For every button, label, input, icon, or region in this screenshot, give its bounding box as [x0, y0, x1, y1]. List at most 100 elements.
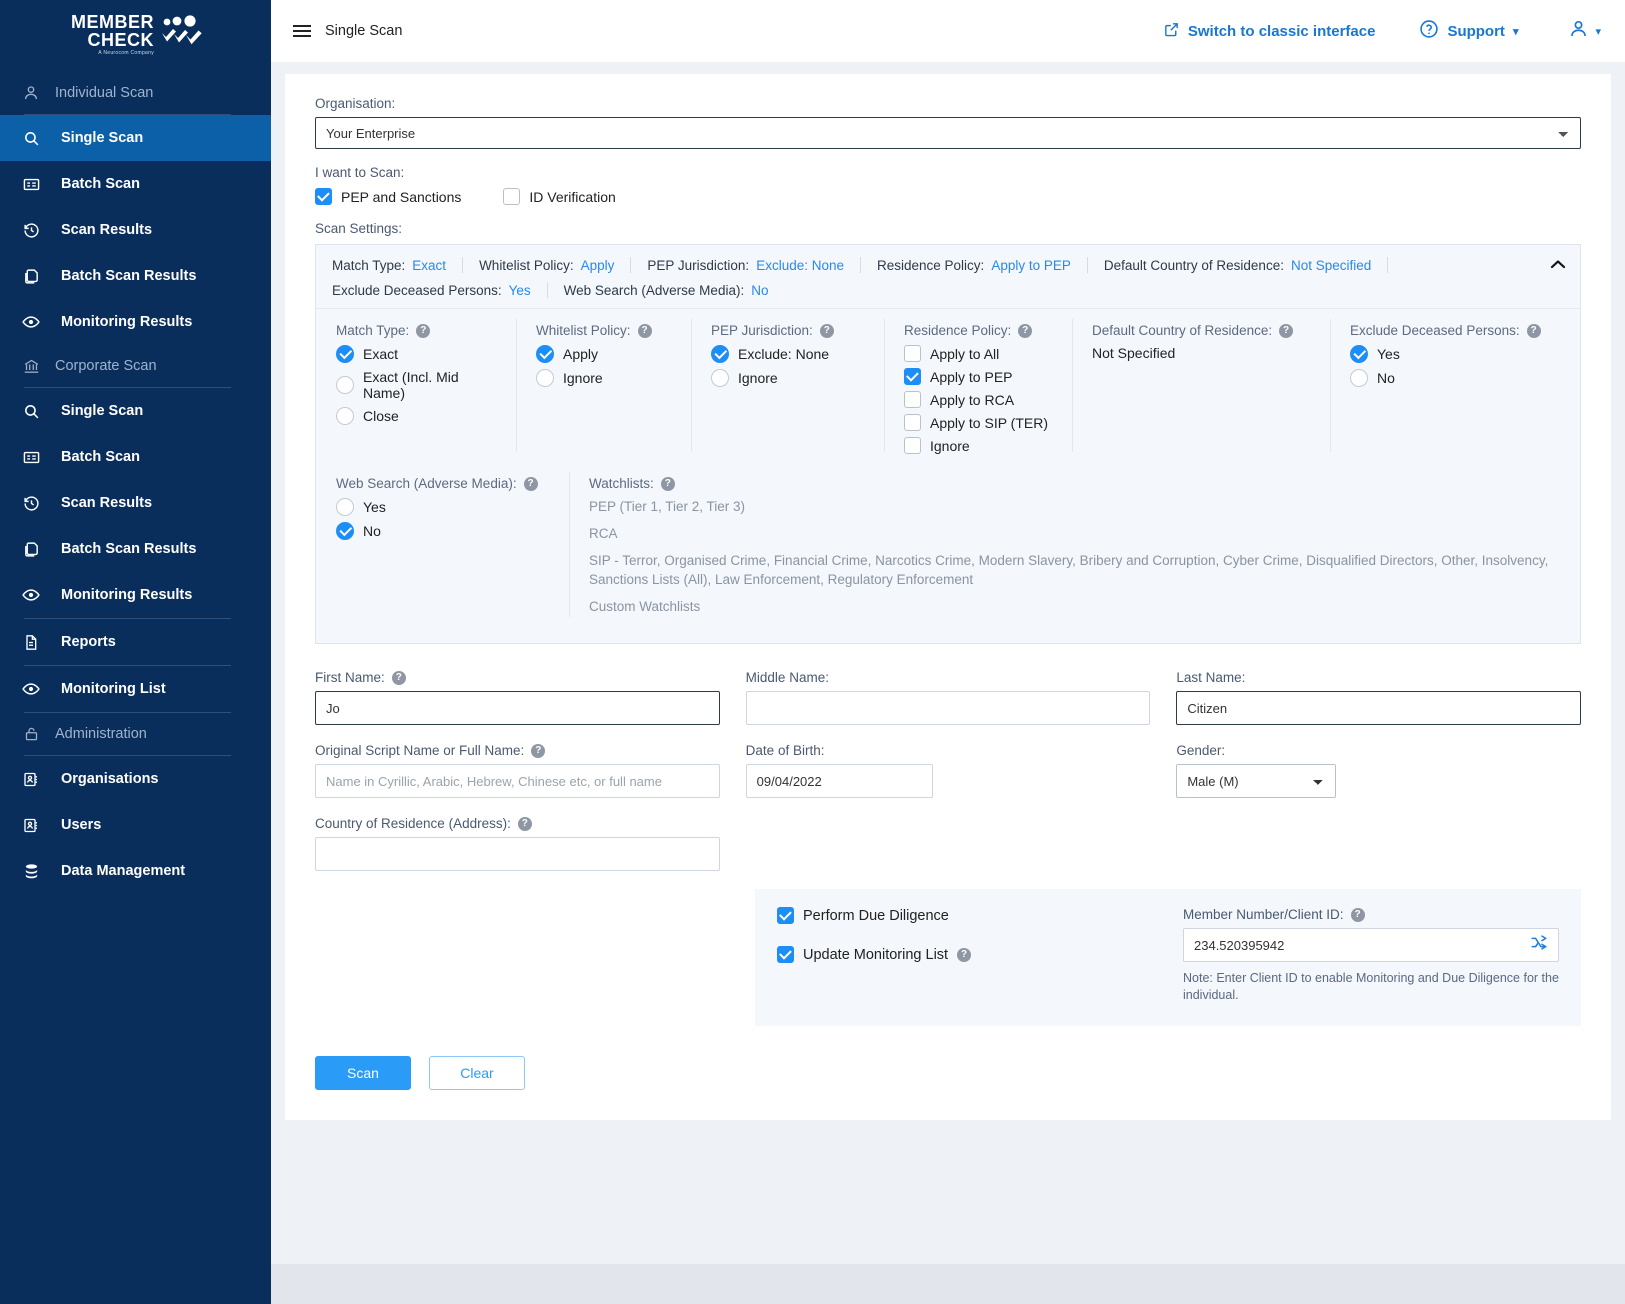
checkbox-residence-apply-to-pep[interactable]: Apply to PEP: [904, 368, 1052, 385]
middle-name-input[interactable]: [746, 691, 1151, 725]
pep-and-sanctions-checkbox[interactable]: PEP and Sanctions: [315, 188, 461, 205]
sidebar-item-users[interactable]: Users: [0, 802, 271, 848]
checkbox-residence-apply-to-all[interactable]: Apply to All: [904, 345, 1052, 362]
radio-icon: [536, 369, 554, 387]
member-number-label-row: Member Number/Client ID: ?: [1183, 907, 1559, 922]
scan-settings-options-row-2: Web Search (Adverse Media): ? Yes No: [316, 460, 1580, 643]
last-name-input[interactable]: [1176, 691, 1581, 725]
sidebar-item-label: Monitoring List: [61, 681, 166, 697]
contact-card-icon: [22, 816, 40, 834]
hamburger-icon[interactable]: [293, 25, 311, 37]
perform-due-diligence-checkbox[interactable]: Perform Due Diligence: [777, 907, 1157, 924]
switch-to-classic-interface-link[interactable]: Switch to classic interface: [1163, 21, 1376, 42]
radio-exclude-deceased-yes[interactable]: Yes: [1350, 345, 1550, 363]
top-bar: Single Scan Switch to classic interface …: [271, 0, 1625, 62]
help-icon[interactable]: ?: [957, 948, 971, 962]
sidebar-item-data-management[interactable]: Data Management: [0, 848, 271, 894]
logo[interactable]: MEMBER CHECK A Neurocom Company: [0, 0, 271, 62]
option-group-exclude-deceased-persons: Exclude Deceased Persons: ? Yes No: [1330, 323, 1570, 460]
member-number-note: Note: Enter Client ID to enable Monitori…: [1183, 970, 1559, 1004]
radio-whitelist-apply[interactable]: Apply: [536, 345, 671, 363]
checkbox-icon: [904, 414, 921, 431]
checkbox-icon: [777, 946, 794, 963]
sidebar-item-label: Scan Results: [61, 222, 152, 238]
sidebar-item-scan-results[interactable]: Scan Results: [0, 207, 271, 253]
radio-exclude-deceased-no[interactable]: No: [1350, 369, 1550, 387]
sidebar-item-corporate-single-scan[interactable]: Single Scan: [0, 388, 271, 434]
radio-icon: [1350, 345, 1368, 363]
radio-pep-jurisdiction-ignore[interactable]: Ignore: [711, 369, 864, 387]
original-script-label-row: Original Script Name or Full Name: ?: [315, 743, 720, 758]
date-of-birth-input[interactable]: [746, 764, 933, 798]
sidebar-nav: Individual Scan Single Scan Batch Scan: [0, 72, 271, 894]
label-text: Watchlists:: [589, 476, 654, 491]
summary-value: Exact: [412, 258, 446, 273]
checkbox-residence-apply-to-sip-ter[interactable]: Apply to SIP (TER): [904, 414, 1052, 431]
chevron-up-icon[interactable]: [1550, 257, 1566, 272]
clear-button[interactable]: Clear: [429, 1056, 525, 1090]
summary-default-country: Default Country of Residence: Not Specif…: [1104, 258, 1387, 273]
sidebar-item-single-scan[interactable]: Single Scan: [0, 115, 271, 161]
first-name-input[interactable]: [315, 691, 720, 725]
sidebar-item-label: Batch Scan: [61, 449, 140, 465]
radio-web-search-yes[interactable]: Yes: [336, 498, 549, 516]
eye-icon: [22, 313, 40, 331]
default-country-value: Not Specified: [1092, 345, 1310, 361]
organisation-select[interactable]: Your Enterprise: [315, 117, 1581, 149]
label-text: PEP Jurisdiction:: [711, 323, 813, 338]
update-monitoring-list-label: Update Monitoring List: [803, 947, 948, 963]
radio-match-type-exact-incl-mid-name[interactable]: Exact (Incl. Mid Name): [336, 369, 496, 401]
help-icon[interactable]: ?: [1279, 324, 1293, 338]
radio-match-type-exact[interactable]: Exact: [336, 345, 496, 363]
option-label: No: [363, 523, 381, 539]
sidebar-item-batch-scan[interactable]: Batch Scan: [0, 161, 271, 207]
scan-button[interactable]: Scan: [315, 1056, 411, 1090]
help-icon[interactable]: ?: [531, 744, 545, 758]
help-icon[interactable]: ?: [661, 477, 675, 491]
sidebar-item-batch-scan-results[interactable]: Batch Scan Results: [0, 253, 271, 299]
user-menu[interactable]: ▾: [1568, 18, 1601, 44]
option-group-title: Watchlists: ?: [589, 476, 1560, 491]
id-verification-checkbox[interactable]: ID Verification: [503, 188, 615, 205]
sidebar-item-label: Users: [61, 817, 101, 833]
checkbox-residence-ignore[interactable]: Ignore: [904, 437, 1052, 454]
help-icon[interactable]: ?: [524, 477, 538, 491]
member-number-input-wrap: [1183, 928, 1559, 962]
form-column-middle: Middle Name: Date of Birth:: [746, 670, 1151, 889]
organisation-label: Organisation:: [315, 96, 1581, 111]
summary-web-search: Web Search (Adverse Media): No: [564, 283, 785, 298]
help-icon[interactable]: ?: [820, 324, 834, 338]
radio-pep-jurisdiction-exclude-none[interactable]: Exclude: None: [711, 345, 864, 363]
sidebar-item-reports[interactable]: Reports: [0, 619, 271, 665]
shuffle-icon[interactable]: [1529, 934, 1549, 957]
original-script-name-group: Original Script Name or Full Name: ?: [315, 743, 720, 798]
original-script-name-input[interactable]: [315, 764, 720, 798]
help-icon[interactable]: ?: [1018, 324, 1032, 338]
help-icon[interactable]: ?: [518, 817, 532, 831]
sidebar-item-corporate-scan-results[interactable]: Scan Results: [0, 480, 271, 526]
sidebar-item-organisations[interactable]: Organisations: [0, 756, 271, 802]
support-menu[interactable]: Support ▾: [1419, 19, 1518, 43]
sidebar-item-monitoring-list[interactable]: Monitoring List: [0, 666, 271, 712]
checkbox-residence-apply-to-rca[interactable]: Apply to RCA: [904, 391, 1052, 408]
gender-select[interactable]: Male (M): [1176, 764, 1336, 798]
radio-web-search-no[interactable]: No: [336, 522, 549, 540]
help-icon[interactable]: ?: [638, 324, 652, 338]
help-icon[interactable]: ?: [1527, 324, 1541, 338]
member-number-input[interactable]: [1183, 928, 1559, 962]
help-icon[interactable]: ?: [416, 324, 430, 338]
help-icon[interactable]: ?: [1351, 908, 1365, 922]
first-name-label: First Name:: [315, 670, 385, 685]
option-group-web-search: Web Search (Adverse Media): ? Yes No: [316, 476, 569, 625]
sidebar-item-monitoring-results[interactable]: Monitoring Results: [0, 299, 271, 345]
label-text: Whitelist Policy:: [536, 323, 631, 338]
radio-whitelist-ignore[interactable]: Ignore: [536, 369, 671, 387]
sidebar-item-corporate-batch-scan-results[interactable]: Batch Scan Results: [0, 526, 271, 572]
country-of-residence-input[interactable]: [315, 837, 720, 871]
sidebar-item-corporate-batch-scan[interactable]: Batch Scan: [0, 434, 271, 480]
update-monitoring-list-checkbox[interactable]: Update Monitoring List ?: [777, 946, 1157, 963]
chevron-down-icon: ▾: [1513, 25, 1519, 38]
radio-match-type-close[interactable]: Close: [336, 407, 496, 425]
help-icon[interactable]: ?: [392, 671, 406, 685]
sidebar-item-corporate-monitoring-results[interactable]: Monitoring Results: [0, 572, 271, 618]
